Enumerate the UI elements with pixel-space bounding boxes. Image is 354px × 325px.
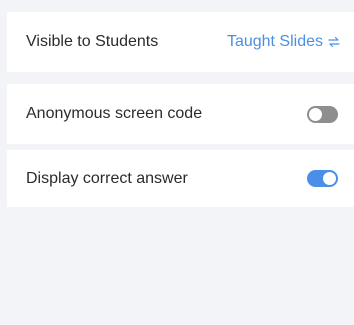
- toggle-knob: [309, 107, 322, 121]
- toggle-knob: [323, 172, 336, 185]
- visible-to-students-row: Visible to Students Taught Slides: [7, 12, 354, 72]
- display-correct-answer-toggle[interactable]: [307, 170, 338, 187]
- settings-panel: Visible to Students Taught Slides Anonym…: [7, 0, 354, 325]
- visible-to-students-value[interactable]: Taught Slides: [227, 33, 323, 51]
- display-correct-answer-label: Display correct answer: [26, 169, 188, 187]
- visible-to-students-label: Visible to Students: [26, 33, 159, 50]
- visible-to-students-selector[interactable]: Taught Slides: [227, 33, 340, 51]
- anonymous-screen-code-row: Anonymous screen code: [7, 84, 354, 144]
- display-correct-answer-row: Display correct answer: [7, 150, 354, 207]
- anonymous-screen-code-toggle[interactable]: [307, 105, 338, 123]
- anonymous-screen-code-label: Anonymous screen code: [26, 105, 203, 122]
- swap-icon[interactable]: [328, 36, 340, 48]
